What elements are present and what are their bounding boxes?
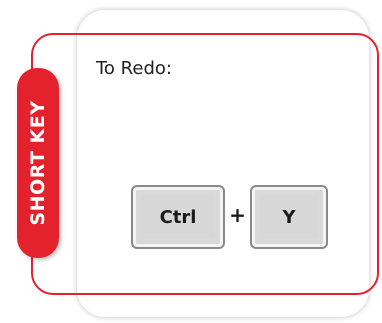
instruction-heading: To Redo: xyxy=(96,58,172,79)
ctrl-key: Ctrl xyxy=(131,185,225,249)
short-key-card: SHORT KEY To Redo: Ctrl + Y xyxy=(0,0,382,323)
side-label-text: SHORT KEY xyxy=(27,100,49,226)
y-key-label: Y xyxy=(260,195,318,239)
y-key: Y xyxy=(250,185,328,249)
plus-separator: + xyxy=(229,203,246,227)
ctrl-key-label: Ctrl xyxy=(141,195,215,239)
red-outline-frame xyxy=(31,33,379,295)
